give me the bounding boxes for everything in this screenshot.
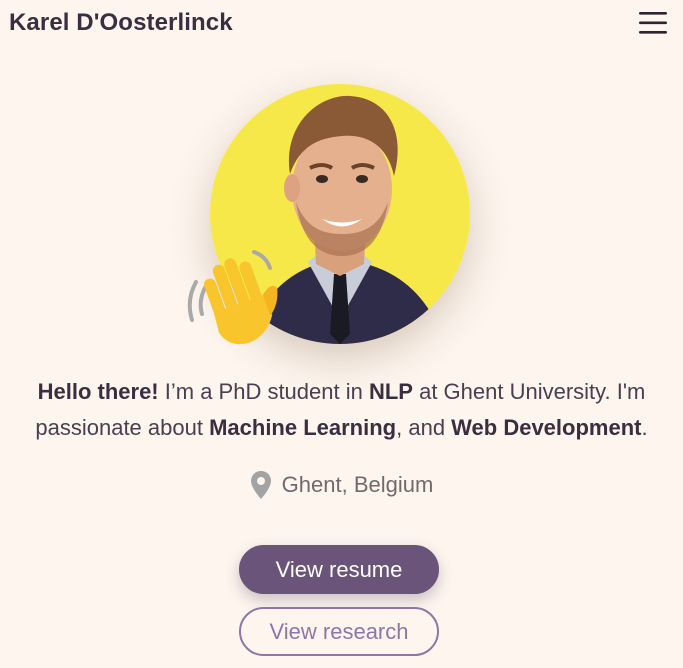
intro-interest-web: Web Development bbox=[451, 415, 642, 440]
location-text: Ghent, Belgium bbox=[281, 472, 434, 497]
intro-interest-ml: Machine Learning bbox=[209, 415, 397, 440]
hero-avatar bbox=[184, 84, 474, 349]
view-research-button[interactable]: View research bbox=[239, 607, 439, 656]
intro-text: Hello there! I’m a PhD student in NLP at… bbox=[35, 379, 648, 440]
menu-button[interactable] bbox=[636, 8, 670, 38]
site-header: Karel D'Oosterlinck bbox=[0, 0, 683, 48]
waving-hand-emoji bbox=[187, 250, 278, 345]
intro-greeting: Hello there! bbox=[37, 379, 159, 404]
view-resume-button[interactable]: View resume bbox=[239, 545, 439, 594]
location: Ghent, Belgium bbox=[0, 470, 683, 506]
hamburger-menu-icon bbox=[639, 12, 667, 34]
map-pin-icon bbox=[250, 471, 271, 499]
intro-field: NLP bbox=[368, 379, 413, 404]
site-title[interactable]: Karel D'Oosterlinck bbox=[9, 9, 233, 37]
